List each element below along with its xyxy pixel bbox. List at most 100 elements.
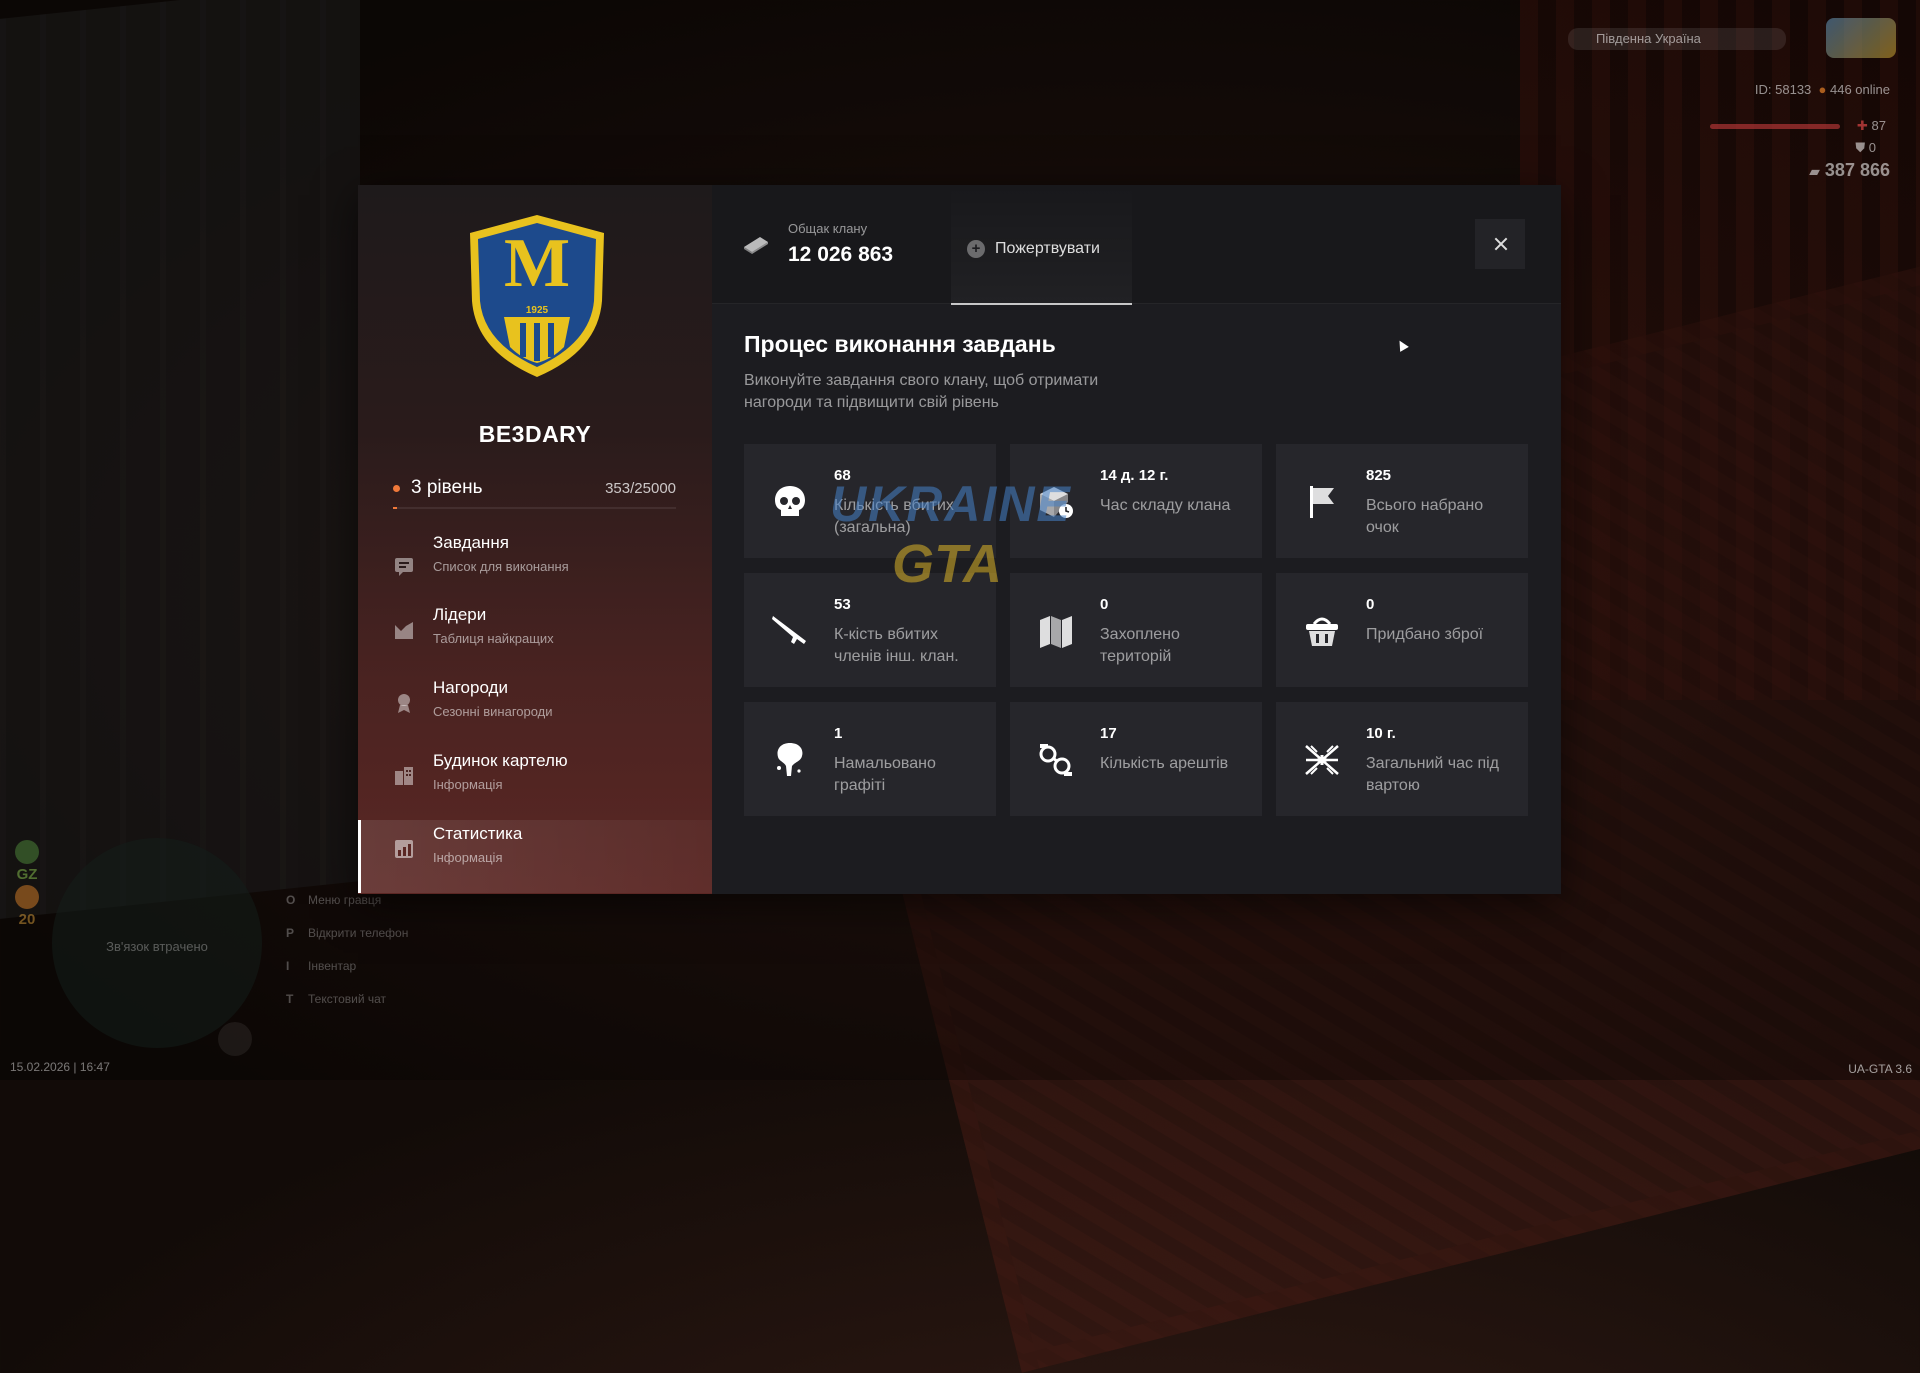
stat-card-graffiti: 1 Намальовано графіті [744, 702, 996, 816]
stat-label: Всього набрано очок [1366, 497, 1484, 536]
stat-label: Кількість арештів [1100, 755, 1229, 772]
stats-panel: Общак клану 12 026 863 + Пожертвувати Пр… [712, 185, 1561, 894]
menu-item-title: Лідери [433, 605, 487, 624]
server-info: ID: 58133 ● 446 online [1755, 82, 1890, 97]
menu-item-subtitle: Таблиця найкращих [433, 631, 554, 646]
rifle-icon [772, 616, 806, 644]
hint-key: I [286, 959, 290, 973]
hint-row: I Інвентар [286, 950, 408, 983]
side-badges: GZ 20 [12, 838, 42, 928]
map-icon [1040, 616, 1072, 648]
timestamp: 15.02.2026 | 16:47 [10, 1060, 110, 1074]
stat-label: Загальний час під вартою [1366, 755, 1500, 794]
menu-item-rewards[interactable]: Нагороди Сезонні винагороди [358, 674, 712, 747]
menu-item-subtitle: Інформація [433, 850, 503, 865]
hint-key: T [286, 992, 294, 1006]
mouse-cursor-icon [1395, 338, 1409, 352]
menu-item-title: Завдання [433, 533, 509, 552]
crest-year: 1925 [526, 305, 549, 316]
stat-label: Намальовано графіті [834, 755, 936, 794]
stat-card-storage-time: 14 д. 12 г. Час складу клана [1010, 444, 1262, 558]
hint-row: P Відкрити телефон [286, 917, 408, 950]
menu-item-title: Нагороди [433, 678, 508, 697]
menu-item-leaders[interactable]: Лідери Таблиця найкращих [358, 601, 712, 674]
plus-icon: + [967, 240, 985, 258]
stat-label: Захоплено територій [1100, 626, 1180, 665]
clan-xp: 353/25000 [605, 480, 676, 497]
money-icon: ▰ [1809, 163, 1820, 179]
box-timer-icon [1040, 487, 1073, 518]
skull-icon [775, 486, 805, 516]
player-hud: Південна Україна ID: 58133 ● 446 online … [1560, 0, 1920, 200]
hint-label: Відкрити телефон [308, 926, 409, 940]
menu-item-subtitle: Інформація [433, 777, 503, 792]
section-title: Процес виконання завдань [744, 331, 1056, 357]
armor-icon: ⛊ [1855, 140, 1866, 155]
menu-item-cartel-house[interactable]: Будинок картелю Інформація [358, 747, 712, 820]
health-value: ✚ 87 [1857, 118, 1886, 134]
health-number: 87 [1871, 118, 1886, 133]
player-id: ID: 58133 [1754, 82, 1812, 97]
close-button[interactable] [1475, 219, 1525, 269]
menu-item-statistics[interactable]: Статистика Інформація [358, 820, 712, 893]
handcuffs-icon [1039, 744, 1072, 776]
server-logo [1826, 18, 1896, 58]
clan-sidebar: 1925 M BE3DARY 3 рівень 353/25000 Завдан… [358, 185, 712, 894]
stat-label: Час складу клана [1100, 497, 1231, 514]
health-bar [1710, 124, 1840, 129]
money-stack-icon [744, 237, 768, 254]
clan-modal: 1925 M BE3DARY 3 рівень 353/25000 Завдан… [358, 185, 1561, 894]
clan-name: BE3DARY [478, 421, 592, 447]
basket-icon [1306, 617, 1338, 646]
crest-letter-overlay: M [503, 225, 571, 302]
spray-icon [777, 743, 803, 776]
menu-item-subtitle: Список для виконання [433, 559, 569, 574]
building-icon [395, 767, 413, 785]
online-count: 446 online [1830, 82, 1890, 97]
stat-card-jail-time: 10 г. Загальний час під вартою [1276, 702, 1528, 816]
clan-level-row: 3 рівень 353/25000 [393, 475, 676, 509]
health-icon: ✚ [1857, 118, 1868, 133]
stat-card-arrests: 17 Кількість арештів [1010, 702, 1262, 816]
gangzone-label: GZ [16, 866, 38, 883]
clan-level: 3 рівень [411, 477, 483, 498]
menu-item-title: Статистика [433, 824, 523, 843]
kills-badge-icon [15, 885, 39, 909]
stat-card-total-points: 825 Всього набрано очок [1276, 444, 1528, 558]
stat-card-weapons-bought: 0 Придбано зброї [1276, 573, 1528, 687]
flag-icon [1310, 486, 1334, 518]
region-label: Південна Україна [1568, 28, 1786, 50]
gangzone-icon [15, 840, 39, 864]
donate-button[interactable]: + Пожертвувати [951, 185, 1132, 305]
treasury-value: 12 026 863 [788, 243, 894, 266]
medal-icon [398, 694, 410, 713]
money-number: 387 866 [1824, 160, 1890, 180]
stat-value: 1 [834, 725, 843, 742]
badge-count: 20 [18, 911, 36, 928]
stat-value: 825 [1366, 467, 1392, 484]
menu-item-subtitle: Сезонні винагороди [433, 704, 553, 719]
section-description: Виконуйте завдання свого клану, щоб отри… [744, 372, 1099, 411]
clan-menu: Завдання Список для виконання Лідери Таб… [358, 533, 712, 893]
armor-value: ⛊ 0 [1855, 140, 1876, 156]
stat-value: 68 [834, 467, 851, 484]
stat-card-total-kills: 68 Кількість вбитих (загальна) [744, 444, 996, 558]
hint-key: P [286, 926, 295, 940]
chart-icon [395, 622, 413, 639]
microphone-icon [218, 1022, 252, 1056]
stat-label: К-кість вбитих членів інш. клан. [834, 626, 959, 665]
level-dot-icon [393, 485, 400, 492]
treasury-label: Общак клану [788, 221, 868, 236]
barbed-wire-icon [1305, 745, 1339, 775]
stat-value: 53 [834, 596, 851, 613]
menu-item-tasks[interactable]: Завдання Список для виконання [358, 533, 712, 601]
donate-label: Пожертвувати [995, 240, 1100, 257]
list-icon [395, 558, 413, 576]
stat-value: 17 [1100, 725, 1117, 742]
hint-label: Меню гравця [308, 893, 382, 907]
radar-status: Зв'язок втрачено [106, 939, 208, 954]
stat-label: Придбано зброї [1366, 626, 1484, 643]
stats-icon [395, 840, 413, 858]
player-money: ▰ 387 866 [1809, 160, 1890, 181]
stat-value: 0 [1366, 596, 1375, 613]
